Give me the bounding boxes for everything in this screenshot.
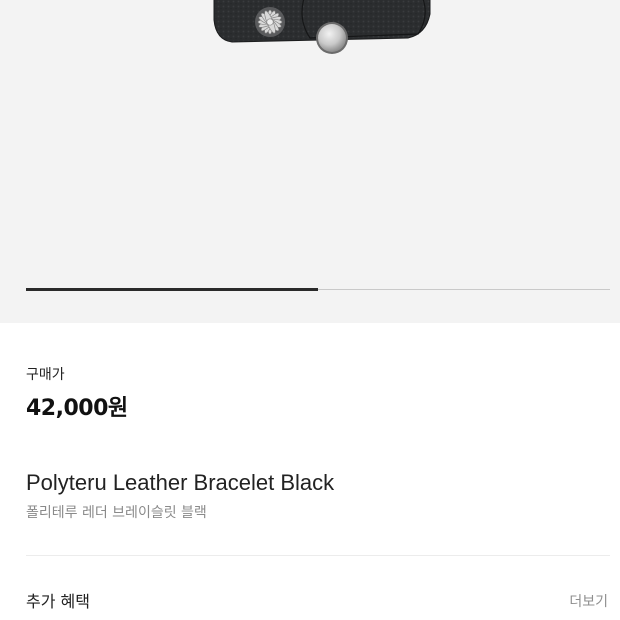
product-image-gallery[interactable] [0, 0, 620, 323]
product-name-korean: 폴리테루 레더 브레이슬릿 블랙 [26, 505, 207, 521]
gallery-progress-fill [26, 288, 318, 291]
gallery-progress-bar [26, 288, 610, 291]
price-value: 42,000원 [26, 396, 128, 421]
product-name-english: Polyteru Leather Bracelet Black [26, 470, 335, 495]
additional-benefits-title: 추가 혜택 [26, 592, 90, 611]
price-label: 구매가 [26, 367, 65, 383]
more-button[interactable]: 더보기 [569, 592, 608, 612]
section-divider [26, 555, 610, 556]
product-image [213, 0, 431, 54]
product-detail-page: 구매가 42,000원 Polyteru Leather Bracelet Bl… [0, 0, 620, 620]
